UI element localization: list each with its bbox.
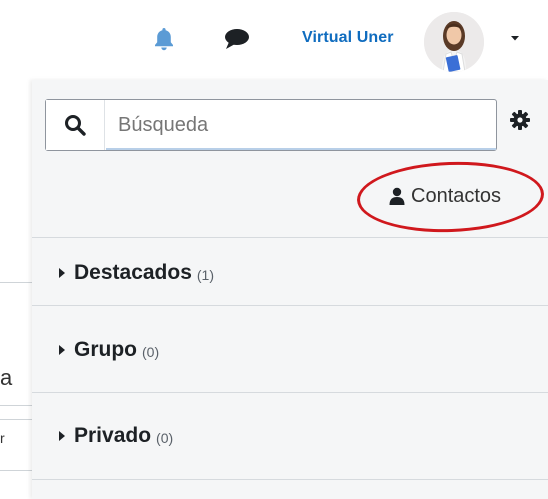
search-button[interactable]	[46, 100, 105, 150]
user-avatar[interactable]	[424, 12, 484, 72]
search-input[interactable]	[110, 104, 480, 146]
gear-icon[interactable]	[509, 109, 531, 131]
text-fragment: a	[0, 365, 13, 390]
chat-icon[interactable]	[223, 28, 251, 50]
divider	[0, 282, 32, 283]
text-fragment: r	[0, 430, 5, 446]
search-box	[45, 99, 497, 151]
page-content-fragment: a r	[0, 80, 32, 499]
annotation-circle	[355, 158, 546, 236]
caret-right-icon	[59, 345, 65, 355]
section-count: (0)	[142, 343, 160, 360]
section-label: Destacados	[74, 261, 192, 284]
section-group[interactable]: Grupo (0)	[32, 305, 548, 394]
caret-right-icon	[59, 431, 65, 441]
section-private[interactable]: Privado (0)	[32, 392, 548, 480]
section-count: (0)	[156, 429, 174, 446]
caret-right-icon	[59, 268, 65, 278]
section-label: Grupo	[74, 338, 137, 361]
search-focus-underline	[106, 148, 496, 150]
avatar-picture	[424, 12, 484, 72]
search-icon	[65, 115, 86, 136]
section-starred[interactable]: Destacados (1)	[32, 237, 548, 308]
user-name[interactable]: Virtual Uner	[302, 29, 394, 47]
caret-down-icon[interactable]	[509, 33, 521, 43]
section-label: Privado	[74, 424, 152, 447]
section-count: (1)	[196, 266, 215, 283]
divider	[0, 470, 32, 471]
message-drawer: Contactos Destacados (1) Grupo (0) Priva…	[32, 80, 548, 499]
divider	[0, 405, 32, 406]
divider	[0, 419, 32, 420]
bell-icon[interactable]	[152, 26, 176, 52]
top-navbar: Virtual Uner	[0, 0, 548, 80]
